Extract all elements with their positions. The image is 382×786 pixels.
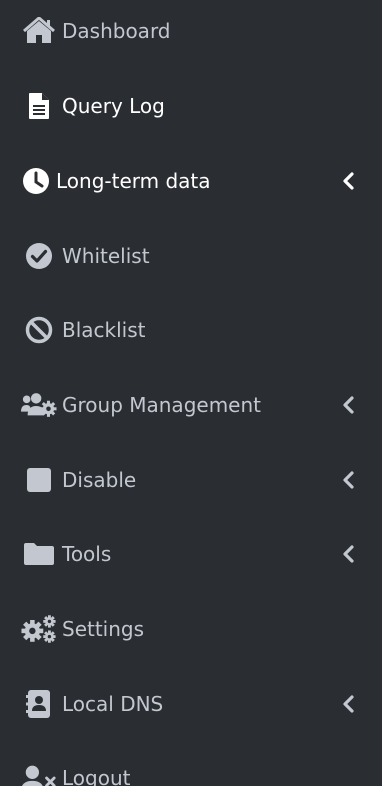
sidebar-item-label: Dashboard: [62, 19, 171, 43]
sidebar-item-tools[interactable]: Tools: [0, 524, 382, 584]
chevron-left-icon[interactable]: [338, 375, 358, 435]
sidebar-item-label: Query Log: [62, 94, 165, 118]
chevron-left-icon[interactable]: [338, 674, 358, 734]
address-book-icon: [21, 674, 57, 734]
sidebar-item-group-management[interactable]: Group Management: [0, 375, 382, 435]
sidebar-item-local-dns[interactable]: Local DNS: [0, 674, 382, 734]
sidebar-item-disable[interactable]: Disable: [0, 450, 382, 510]
sidebar-item-label: Tools: [62, 542, 112, 566]
sidebar-item-label: Group Management: [62, 393, 261, 417]
sidebar-item-label: Disable: [62, 468, 137, 492]
sidebar-item-logout[interactable]: Logout: [0, 748, 382, 786]
sidebar-item-dashboard[interactable]: Dashboard: [0, 1, 382, 61]
cogs-icon: [21, 599, 57, 659]
chevron-left-icon[interactable]: [338, 524, 358, 584]
sidebar-item-label: Long-term data: [56, 169, 211, 193]
user-times-icon: [21, 748, 57, 786]
chevron-left-icon[interactable]: [338, 151, 358, 211]
home-icon: [21, 1, 57, 61]
sidebar-item-query-log[interactable]: Query Log: [0, 76, 382, 136]
sidebar-item-label: Settings: [62, 617, 145, 641]
users-cog-icon: [21, 375, 57, 435]
sidebar-item-blacklist[interactable]: Blacklist: [0, 300, 382, 360]
sidebar-nav: Dashboard Query Log Long-term data White…: [0, 0, 382, 786]
sidebar-item-label: Whitelist: [62, 244, 150, 268]
check-circle-icon: [21, 226, 57, 286]
stop-square-icon: [21, 450, 57, 510]
sidebar-item-settings[interactable]: Settings: [0, 599, 382, 659]
sidebar-item-whitelist[interactable]: Whitelist: [0, 226, 382, 286]
sidebar-item-label: Logout: [62, 766, 131, 786]
clock-icon: [18, 151, 54, 211]
sidebar-item-label: Blacklist: [62, 318, 146, 342]
ban-icon: [21, 300, 57, 360]
chevron-left-icon[interactable]: [338, 450, 358, 510]
document-icon: [21, 76, 57, 136]
sidebar-item-long-term-data[interactable]: Long-term data: [0, 151, 382, 211]
sidebar-item-label: Local DNS: [62, 692, 164, 716]
folder-icon: [21, 524, 57, 584]
